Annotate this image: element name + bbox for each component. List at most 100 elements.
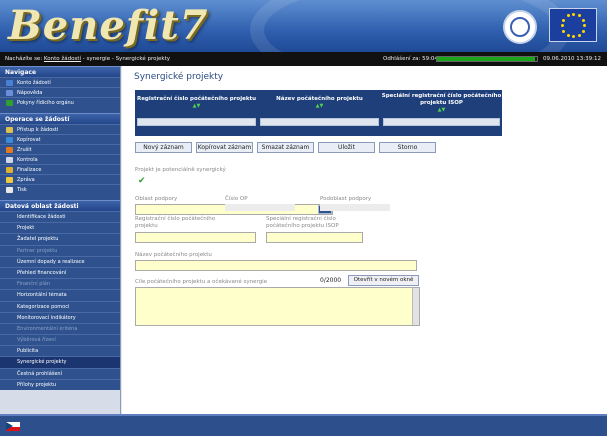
sidebar-item-label: Přístup k žádosti xyxy=(17,126,59,133)
sidebar-item[interactable]: Zpráva xyxy=(0,174,120,184)
sidebar: Navigace Konto žádostí Nápověda Pokyny řídi… xyxy=(0,66,121,414)
copy-record-button[interactable]: Kopírovat záznam xyxy=(196,142,253,153)
sub-area-field xyxy=(320,204,390,211)
help-icon xyxy=(6,89,13,96)
project-goals-textarea[interactable] xyxy=(135,287,420,326)
breadcrumb-rest: - synergie - Synergické projekty xyxy=(82,56,171,62)
sidebar-detail-item[interactable]: Horizontální témata xyxy=(0,289,120,301)
sidebar-detail-item[interactable]: Územní dopady a realizace xyxy=(0,255,120,267)
breadcrumb-link-konto[interactable]: Konto žádostí xyxy=(44,56,81,62)
eu-star-icon xyxy=(581,18,585,22)
isop-number-input[interactable] xyxy=(266,232,363,243)
reg-number-label: Registrační číslo počátečního projektu xyxy=(135,216,216,229)
sidebar-detail-item[interactable]: Monitorovací indikátory xyxy=(0,311,120,323)
czech-flag-icon[interactable] xyxy=(6,422,20,431)
sidebar-item-label: Tisk xyxy=(17,186,27,193)
project-name-input[interactable] xyxy=(135,260,417,271)
filter-reg-number[interactable] xyxy=(137,118,256,126)
save-button[interactable]: Uložit xyxy=(318,142,375,153)
sidebar-detail-item[interactable]: Žadatel projektu xyxy=(0,233,120,245)
column-header-isop[interactable]: Speciální registrační číslo počátečního … xyxy=(381,90,502,116)
sidebar-section-header: Navigace xyxy=(0,66,120,77)
sidebar-detail-item[interactable]: Identifikace žádosti xyxy=(0,211,120,223)
sidebar-detail-item[interactable]: Projekt xyxy=(0,222,120,234)
sidebar-detail-item[interactable]: Kategorizace pomoci xyxy=(0,300,120,312)
timer-progress-bar xyxy=(436,56,538,62)
char-counter: 0/2000 xyxy=(320,277,342,284)
delete-record-button[interactable]: Smazat záznam xyxy=(257,142,314,153)
sidebar-detail-item: Finanční plán xyxy=(0,278,120,290)
reg-number-input[interactable] xyxy=(135,232,256,243)
sidebar-item[interactable]: Finalizace xyxy=(0,164,120,174)
op-number-field xyxy=(225,204,295,211)
eu-star-icon xyxy=(561,24,564,27)
sidebar-item[interactable]: Nápověda xyxy=(0,87,120,97)
filter-isop[interactable] xyxy=(383,118,500,126)
filter-name[interactable] xyxy=(260,118,379,126)
potential-synergy-checkbox[interactable]: ✔ xyxy=(138,176,146,186)
sidebar-detail-item: Výběrová řízení xyxy=(0,334,120,346)
eu-flag-icon xyxy=(549,8,597,42)
eu-star-icon xyxy=(583,24,586,27)
new-record-button[interactable]: Nový záznam xyxy=(135,142,192,153)
timer-label: Odhlášení za: xyxy=(383,56,421,62)
column-label: Speciální registrační číslo počátečního … xyxy=(381,92,502,106)
sidebar-item[interactable]: Zrušit xyxy=(0,144,120,154)
sidebar-item[interactable]: Kontrola xyxy=(0,154,120,164)
column-label: Registrační číslo počátečního projektu xyxy=(136,96,257,102)
eu-star-icon xyxy=(566,14,570,18)
op-number-label: Číslo OP xyxy=(225,196,248,202)
main-content: Synergické projekty Registrační číslo po… xyxy=(122,66,607,414)
sidebar-detail-item[interactable]: Čestná prohlášení xyxy=(0,367,120,379)
sidebar-item[interactable]: Tisk xyxy=(0,184,120,194)
eu-star-icon xyxy=(566,33,570,37)
sort-arrows-icon[interactable]: ▲▼ xyxy=(316,103,324,110)
timer-progress-fill xyxy=(437,57,535,61)
cancel-icon xyxy=(6,146,13,153)
textarea-scrollbar[interactable] xyxy=(412,288,419,325)
sidebar-item-label: Kopírovat xyxy=(17,136,41,143)
sub-area-label: Podoblast podpory xyxy=(320,196,372,202)
breadcrumb-bar: Nacházíte se: Konto žádostí - synergie -… xyxy=(0,52,607,66)
sidebar-detail-item[interactable]: Přílohy projektu xyxy=(0,378,120,390)
envelope-icon xyxy=(6,176,13,183)
list-icon xyxy=(6,79,13,86)
sidebar-section-header: Operace se žádostí xyxy=(0,113,120,124)
eu-star-icon xyxy=(572,13,575,16)
column-header-reg-number[interactable]: Registrační číslo počátečního projektu ▲… xyxy=(135,90,258,116)
column-label: Název počátečního projektu xyxy=(276,96,363,102)
sidebar-item[interactable]: Konto žádostí xyxy=(0,77,120,87)
sidebar-item-label: Zrušit xyxy=(17,146,32,153)
sidebar-item[interactable]: Pokyny řídicího orgánu xyxy=(0,97,120,107)
sidebar-item[interactable]: Přístup k žádosti xyxy=(0,124,120,134)
footer xyxy=(0,414,607,436)
eu-star-icon xyxy=(577,14,581,18)
sidebar-detail-item: Environmentální kritéria xyxy=(0,322,120,335)
eu-star-icon xyxy=(572,35,575,38)
eu-star-icon xyxy=(577,33,581,37)
sort-arrows-icon[interactable]: ▲▼ xyxy=(438,107,446,114)
open-new-window-button[interactable]: Otevřít v novém okně xyxy=(348,275,419,286)
copy-icon xyxy=(6,136,13,143)
sidebar-item-label: Kontrola xyxy=(17,156,38,163)
sidebar-detail-item[interactable]: Publicita xyxy=(0,345,120,357)
key-icon xyxy=(6,126,13,133)
isop-number-label: Speciální registrační číslo počátečního … xyxy=(266,216,339,229)
sidebar-detail-item[interactable]: Přehled financování xyxy=(0,266,120,279)
print-icon xyxy=(6,186,13,193)
eu-star-icon xyxy=(562,29,566,33)
column-header-name[interactable]: Název počátečního projektu ▲▼ xyxy=(258,90,381,116)
sort-arrows-icon[interactable]: ▲▼ xyxy=(193,103,201,110)
sidebar-item-label: Pokyny řídicího orgánu xyxy=(17,99,74,106)
project-name-label: Název počátečního projektu xyxy=(135,252,212,258)
project-goals-label: Cíle počátečního projektu a očekávané sy… xyxy=(135,279,268,285)
sidebar-item[interactable]: Kopírovat xyxy=(0,134,120,144)
sidebar-detail-item: Partner projektu xyxy=(0,244,120,256)
info-icon xyxy=(6,99,13,106)
logout-timer: Odhlášení za: 59:04 xyxy=(383,52,438,66)
sidebar-detail-item[interactable]: Synergické projekty xyxy=(0,356,120,368)
records-grid: Registrační číslo počátečního projektu ▲… xyxy=(135,90,502,136)
sidebar-item-label: Finalizace xyxy=(17,166,42,173)
potential-synergy-label: Projekt je potenciálně synergický xyxy=(135,167,226,173)
cancel-button[interactable]: Storno xyxy=(379,142,436,153)
